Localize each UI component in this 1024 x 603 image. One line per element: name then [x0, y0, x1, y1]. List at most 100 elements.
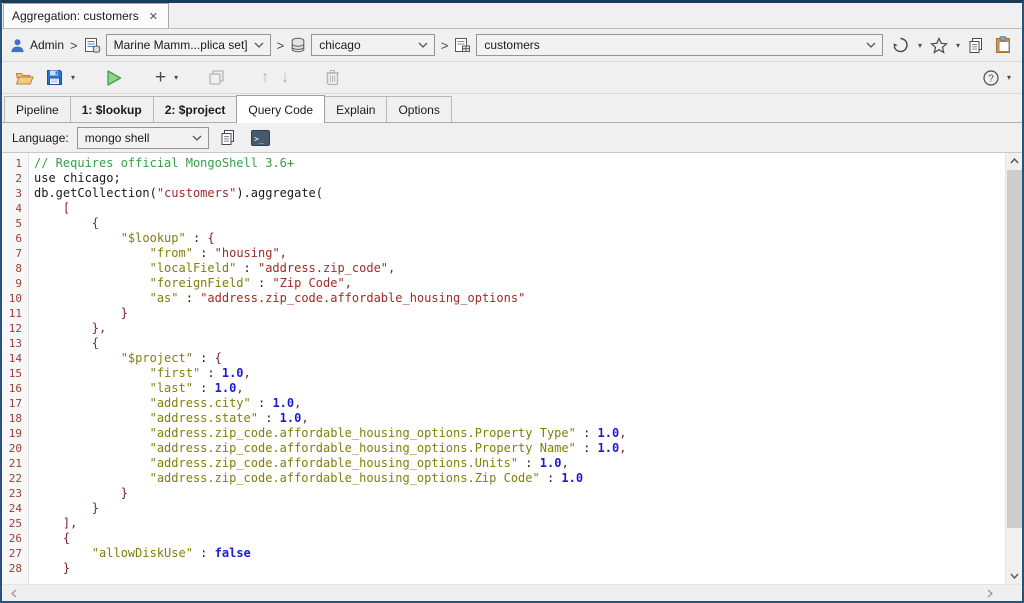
language-value: mongo shell — [85, 131, 150, 145]
line-number: 11 — [2, 306, 28, 321]
run-button[interactable] — [102, 66, 126, 90]
connection-value: Marine Mamm...plica set] — [114, 38, 248, 52]
scroll-up-icon[interactable] — [1006, 153, 1023, 169]
line-number: 7 — [2, 246, 28, 261]
line-number: 6 — [2, 231, 28, 246]
code-line: "$lookup" : { — [34, 231, 1005, 246]
code-line: "address.zip_code.affordable_housing_opt… — [34, 471, 1005, 486]
save-button[interactable] — [43, 66, 66, 89]
code-line: } — [34, 306, 1005, 321]
code-line: use chicago; — [34, 171, 1005, 186]
code-line: db.getCollection("customers").aggregate( — [34, 186, 1005, 201]
line-number: 9 — [2, 276, 28, 291]
collection-icon — [454, 37, 471, 53]
svg-text:?: ? — [988, 73, 994, 84]
language-select[interactable]: mongo shell — [77, 127, 209, 149]
line-number: 19 — [2, 426, 28, 441]
line-number: 22 — [2, 471, 28, 486]
scroll-down-icon[interactable] — [1006, 568, 1023, 584]
chevron-down-icon — [254, 42, 264, 48]
copy-code-button[interactable] — [217, 126, 240, 149]
save-caret-icon[interactable]: ▾ — [70, 73, 76, 82]
code-line: "$project" : { — [34, 351, 1005, 366]
scrollbar-corner — [1004, 585, 1022, 601]
favorites-star-button[interactable] — [927, 34, 951, 57]
language-bar: Language: mongo shell >_ — [2, 123, 1022, 153]
add-stage-button[interactable]: + — [152, 67, 169, 89]
help-caret-icon[interactable]: ▾ — [1006, 73, 1012, 82]
add-stage-caret-icon[interactable]: ▾ — [173, 73, 179, 82]
line-number: 18 — [2, 411, 28, 426]
history-button[interactable] — [888, 33, 913, 57]
tab-pipeline[interactable]: Pipeline — [4, 96, 71, 122]
tab-explain[interactable]: Explain — [324, 96, 387, 122]
code-line: { — [34, 216, 1005, 231]
line-number: 3 — [2, 186, 28, 201]
code-line: "address.zip_code.affordable_housing_opt… — [34, 456, 1005, 471]
code-line: { — [34, 531, 1005, 546]
line-number: 2 — [2, 171, 28, 186]
code-editor[interactable]: // Requires official MongoShell 3.6+use … — [29, 153, 1005, 584]
code-line: "from" : "housing", — [34, 246, 1005, 261]
line-number: 17 — [2, 396, 28, 411]
tab-2-project[interactable]: 2: $project — [153, 96, 238, 122]
line-number: 14 — [2, 351, 28, 366]
svg-text:>_: >_ — [254, 134, 264, 143]
line-number: 5 — [2, 216, 28, 231]
duplicate-stage-button[interactable] — [205, 66, 228, 89]
query-code-panel: 1234567891011121314151617181920212223242… — [2, 153, 1022, 584]
connection-icon — [84, 37, 101, 53]
line-number: 26 — [2, 531, 28, 546]
code-line: "localField" : "address.zip_code", — [34, 261, 1005, 276]
line-number: 27 — [2, 546, 28, 561]
help-button[interactable]: ? — [979, 66, 1003, 90]
move-stage-down-button[interactable]: ↓ — [278, 67, 292, 89]
line-number: 25 — [2, 516, 28, 531]
paste-button[interactable] — [992, 33, 1014, 57]
breadcrumb-separator: > — [440, 38, 450, 53]
move-stage-up-button[interactable]: ↑ — [258, 67, 272, 89]
user-icon — [10, 38, 25, 53]
code-line: { — [34, 336, 1005, 351]
vertical-scrollbar[interactable] — [1005, 153, 1022, 584]
connection-select[interactable]: Marine Mamm...plica set] — [106, 34, 271, 56]
pipeline-tab-strip: Pipeline1: $lookup2: $projectQuery CodeE… — [2, 94, 1022, 123]
document-tab-strip: Aggregation: customers ✕ — [2, 3, 1022, 29]
line-number: 28 — [2, 561, 28, 576]
vertical-scrollbar-thumb[interactable] — [1007, 170, 1022, 528]
line-number: 4 — [2, 201, 28, 216]
line-number: 10 — [2, 291, 28, 306]
line-number: 13 — [2, 336, 28, 351]
code-line: } — [34, 501, 1005, 516]
chevron-down-icon — [418, 42, 428, 48]
code-line: ], — [34, 516, 1005, 531]
language-label: Language: — [12, 131, 69, 145]
copy-button[interactable] — [965, 34, 988, 57]
horizontal-scrollbar[interactable] — [2, 584, 1022, 601]
chevron-down-icon — [192, 135, 202, 141]
open-in-shell-button[interactable]: >_ — [248, 127, 273, 149]
code-line: [ — [34, 201, 1005, 216]
database-icon — [290, 37, 306, 53]
line-number: 15 — [2, 366, 28, 381]
scroll-left-icon[interactable] — [2, 589, 26, 598]
breadcrumb: Admin > Marine Mamm...plica set] > chica… — [2, 29, 1022, 62]
doc-tab-label: Aggregation: customers — [12, 9, 139, 23]
delete-stage-button[interactable] — [322, 66, 343, 89]
collection-select[interactable]: customers — [476, 34, 883, 56]
collection-value: customers — [484, 38, 539, 52]
tab-query-code[interactable]: Query Code — [236, 95, 325, 123]
open-folder-button[interactable] — [12, 67, 37, 89]
favorites-caret-icon[interactable]: ▾ — [955, 41, 961, 50]
doc-tab-aggregation-customers[interactable]: Aggregation: customers ✕ — [3, 3, 169, 28]
code-line: "address.zip_code.affordable_housing_opt… — [34, 441, 1005, 456]
database-select[interactable]: chicago — [311, 34, 435, 56]
history-caret-icon[interactable]: ▾ — [917, 41, 923, 50]
code-line: "last" : 1.0, — [34, 381, 1005, 396]
tab-options[interactable]: Options — [386, 96, 451, 122]
code-line: "foreignField" : "Zip Code", — [34, 276, 1005, 291]
tab-1-lookup[interactable]: 1: $lookup — [70, 96, 154, 122]
close-icon[interactable]: ✕ — [149, 10, 158, 23]
scroll-right-icon[interactable] — [978, 589, 1002, 598]
action-toolbar: ▾ + ▾ ↑ ↓ ? ▾ — [2, 62, 1022, 94]
